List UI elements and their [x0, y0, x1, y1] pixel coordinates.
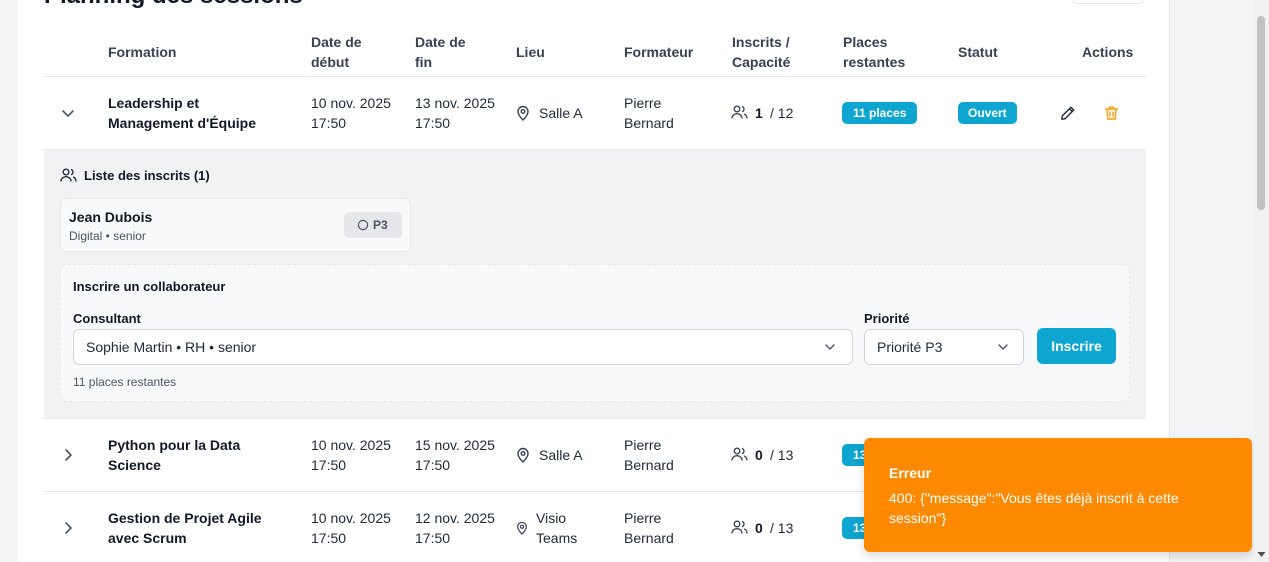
header-lieu[interactable]: Lieu [516, 42, 545, 62]
toast-title: Erreur [889, 465, 932, 481]
remaining-places-text: 11 places restantes [73, 375, 177, 389]
priorite-label: Priorité [864, 311, 910, 326]
row-lieu: Salle A [539, 447, 583, 463]
row-formation: Python pour la Data Science [108, 437, 241, 473]
row-date-debut: 10 nov. 2025 17:50 [311, 95, 391, 131]
top-action-button[interactable] [1071, 0, 1145, 4]
chevron-down-icon [823, 340, 837, 354]
page-title: Planning des sessions [44, 0, 303, 8]
header-statut[interactable]: Statut [958, 42, 998, 62]
chevron-down-icon[interactable] [60, 105, 76, 121]
header-date-debut[interactable]: Date de début [311, 32, 381, 72]
scroll-down-arrow-icon[interactable] [1257, 551, 1266, 558]
inscrits-list-title: Liste des inscrits (1) [84, 168, 210, 183]
row-inscrits: 1 [755, 105, 763, 121]
row-formateur: Pierre Bernard [624, 437, 674, 473]
map-pin-icon [516, 105, 530, 121]
row-inscrits: 0 [755, 520, 763, 536]
priority-badge: P3 [344, 212, 402, 238]
row-date-fin: 12 nov. 2025 17:50 [415, 510, 495, 546]
row-formation: Leadership et Management d'Équipe [108, 95, 257, 131]
error-toast[interactable]: Erreur 400: {"message":"Vous êtes déjà i… [864, 438, 1252, 552]
places-badge: 11 places [842, 102, 918, 124]
circle-icon [357, 219, 369, 231]
header-places[interactable]: Places restantes [843, 32, 913, 72]
row-lieu: Salle A [539, 105, 583, 121]
scrollbar-thumb[interactable] [1257, 16, 1265, 210]
row-date-debut: 10 nov. 2025 17:50 [311, 510, 391, 546]
row-formation: Gestion de Projet Agile avec Scrum [108, 510, 262, 546]
users-icon [731, 447, 748, 462]
inscrire-button[interactable]: Inscrire [1037, 328, 1116, 364]
chevron-right-icon[interactable] [60, 447, 76, 463]
header-formation[interactable]: Formation [108, 42, 176, 62]
header-date-fin[interactable]: Date de fin [415, 32, 475, 72]
header-inscrits[interactable]: Inscrits / Capacité [732, 32, 802, 72]
row-divider [44, 418, 1146, 419]
row-lieu: Visio Teams [536, 510, 578, 546]
inscrit-name: Jean Dubois [69, 209, 153, 225]
inscrit-meta: Digital • senior [69, 229, 146, 243]
row-capacite: / 13 [770, 447, 794, 463]
row-capacite: / 12 [770, 105, 794, 121]
header-formateur[interactable]: Formateur [624, 42, 693, 62]
row-inscrits: 0 [755, 447, 763, 463]
header-divider [44, 76, 1146, 77]
row-capacite: / 13 [770, 520, 794, 536]
row-date-fin: 13 nov. 2025 17:50 [415, 95, 495, 131]
users-icon [731, 520, 748, 535]
chevron-down-icon [996, 340, 1010, 354]
chevron-right-icon[interactable] [60, 520, 76, 536]
inscription-form-title: Inscrire un collaborateur [73, 279, 226, 294]
map-pin-icon [516, 521, 528, 535]
toast-message: 400: {"message":"Vous êtes déjà inscrit … [889, 490, 1179, 526]
consultant-label: Consultant [73, 311, 141, 326]
consultant-select[interactable]: Sophie Martin • RH • senior [73, 329, 853, 365]
users-icon [60, 168, 77, 183]
row-date-debut: 10 nov. 2025 17:50 [311, 437, 391, 473]
row-date-fin: 15 nov. 2025 17:50 [415, 437, 495, 473]
status-badge: Ouvert [958, 102, 1017, 124]
users-icon [731, 105, 748, 120]
row-formateur: Pierre Bernard [624, 95, 674, 131]
edit-icon[interactable] [1060, 105, 1076, 121]
trash-icon[interactable] [1104, 105, 1119, 121]
header-actions: Actions [1082, 44, 1134, 60]
row-formateur: Pierre Bernard [624, 510, 674, 546]
map-pin-icon [516, 447, 530, 463]
